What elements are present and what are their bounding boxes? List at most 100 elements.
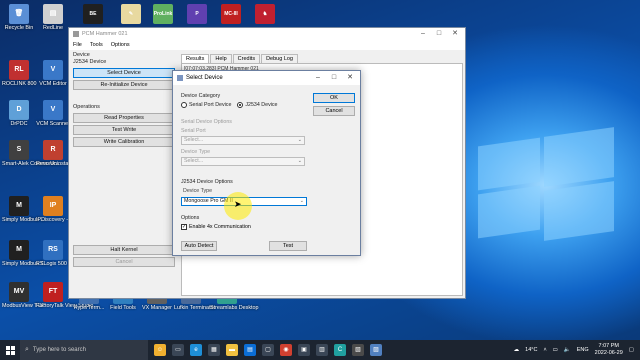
serial-port-select[interactable]: Select... ⌄	[181, 136, 305, 145]
menu-file[interactable]: File	[73, 42, 82, 48]
file-explorer-icon[interactable]: ▬	[226, 344, 238, 356]
desktop-icon[interactable]: ▤ RedLine	[36, 4, 70, 31]
menu-options[interactable]: Options	[111, 42, 130, 48]
app-icon: M	[9, 196, 29, 216]
language-indicator[interactable]: ENG	[577, 347, 589, 353]
device-value: J2534 Device	[73, 59, 107, 65]
device-category-group: Serial Port Device J2534 Device	[181, 102, 284, 108]
maximize-icon[interactable]: □	[431, 28, 447, 40]
desktop-icon-label: Simply Modbus ...	[2, 217, 45, 223]
desktop-icon[interactable]: R Revo Uninstall...	[36, 140, 75, 167]
reinitialize-device-button[interactable]: Re-Initialize Device	[73, 80, 175, 90]
test-write-button[interactable]: Test Write	[73, 125, 175, 135]
taskbar-search[interactable]: ⌕ Type here to search	[20, 340, 148, 360]
desktop-icon-label: DrPDC	[10, 121, 28, 127]
auto-detect-button[interactable]: Auto Detect	[181, 241, 217, 251]
chevron-down-icon: ⌄	[297, 158, 302, 164]
halt-kernel-button[interactable]: Halt Kernel	[73, 245, 175, 255]
taskbar-app-icon[interactable]: ▣	[298, 344, 310, 356]
desktop-icon[interactable]: ✎	[114, 4, 148, 25]
desktop-icon[interactable]: M Simply Modbus ...	[2, 196, 45, 223]
select-device-button[interactable]: Select Device	[73, 68, 175, 78]
menu-tools[interactable]: Tools	[90, 42, 103, 48]
tab-help[interactable]: Help	[210, 54, 232, 63]
taskbar-app-icon[interactable]: ☺	[154, 344, 166, 356]
device-type-value: Select...	[184, 158, 204, 164]
write-calibration-button[interactable]: Write Calibration	[73, 137, 175, 147]
task-view-icon[interactable]: ▭	[172, 344, 184, 356]
ok-button[interactable]: OK	[313, 93, 355, 103]
j2534-options-label: J2534 Device Options	[181, 179, 233, 185]
select-device-dialog: Select Device – □ ✕ Device Category Seri…	[172, 70, 361, 256]
j2534-radio[interactable]: J2534 Device	[237, 102, 278, 108]
store-icon[interactable]: ▤	[244, 344, 256, 356]
desktop-icon-label: VCM Editor	[39, 81, 67, 87]
app-icon: 🗑	[9, 4, 29, 24]
taskbar-app-icon[interactable]: ▧	[352, 344, 364, 356]
chrome-icon[interactable]: ◉	[280, 344, 292, 356]
dialog-close-icon[interactable]: ✕	[342, 71, 358, 85]
app-icon	[73, 31, 79, 37]
taskbar-app-icon[interactable]: C	[334, 344, 346, 356]
desktop-icon[interactable]: M Simply Modbus T...	[2, 240, 48, 267]
desktop-icon[interactable]: BE	[76, 4, 110, 25]
clock[interactable]: 7:07 PM 2022-06-29	[595, 343, 623, 357]
windows-start-icon	[5, 345, 15, 355]
enable-4x-checkbox[interactable]: ✓ Enable 4x Communication	[181, 224, 251, 230]
tab-credits[interactable]: Credits	[232, 54, 261, 63]
test-button[interactable]: Test	[269, 241, 307, 251]
search-placeholder: Type here to search	[32, 347, 86, 353]
app-icon: ▤	[43, 4, 63, 24]
weather-icon[interactable]: ☁	[514, 347, 520, 353]
tab-results[interactable]: Results	[181, 54, 210, 63]
desktop-icon-label: Smart-Alek Communic...	[2, 161, 61, 167]
desktop-icon[interactable]: P	[180, 4, 214, 25]
read-properties-button[interactable]: Read Properties	[73, 113, 175, 123]
dialog-cancel-button[interactable]: Cancel	[313, 106, 355, 116]
radio-selected-icon	[237, 102, 244, 108]
desktop-icon[interactable]: D DrPDC	[2, 100, 36, 127]
desktop-icon[interactable]: 🗑 Recycle Bin	[2, 4, 36, 31]
minimize-icon[interactable]: –	[415, 28, 431, 40]
desktop-icon-label: FactoryTalk View Studio	[36, 303, 94, 309]
desktop-icon[interactable]: ProLink	[146, 4, 180, 25]
notifications-icon[interactable]: ▢	[629, 347, 634, 353]
dialog-maximize-icon[interactable]: □	[326, 71, 342, 85]
desktop-icon[interactable]: ♞	[248, 4, 282, 25]
desktop-icon[interactable]: IP IPDiscovery - Shortcut	[36, 196, 90, 223]
tray-chevron-icon[interactable]: ˄	[543, 347, 546, 353]
desktop-icon[interactable]: RS RSLogix 500 English	[36, 240, 86, 267]
tab-debug-log[interactable]: Debug Log	[261, 54, 298, 63]
serial-port-radio[interactable]: Serial Port Device	[181, 102, 231, 108]
network-icon[interactable]: ▭	[553, 347, 558, 353]
cancel-operation-button[interactable]: Cancel	[73, 257, 175, 267]
clock-date: 2022-06-29	[594, 350, 623, 356]
tab-strip: Results Help Credits Debug Log	[181, 54, 299, 63]
taskbar-app-icon[interactable]: ▦	[208, 344, 220, 356]
desktop-icon[interactable]: V VCM Editor	[36, 60, 70, 87]
desktop-icon-label: ModbusView TCP	[2, 303, 45, 309]
device-type-label: Device Type	[181, 149, 211, 155]
desktop-icon-label: Simply Modbus T...	[2, 261, 48, 267]
desktop-icon-label: Streamlabs Desktop	[210, 305, 259, 311]
start-button[interactable]	[0, 340, 20, 360]
desktop-icon[interactable]: MC-III	[214, 4, 248, 25]
taskbar-app-icon[interactable]: ▥	[316, 344, 328, 356]
app-icon: MV	[9, 282, 29, 302]
desktop-icon-label: IPDiscovery - Shortcut	[36, 217, 90, 223]
windows-logo-wallpaper	[468, 127, 628, 241]
desktop-icon[interactable]: MV ModbusView TCP	[2, 282, 45, 309]
taskbar-app-icon[interactable]: ▨	[370, 344, 382, 356]
desktop-icon[interactable]: V VCM Scanner	[36, 100, 70, 127]
edge-icon[interactable]: e	[190, 344, 202, 356]
device-type-select[interactable]: Select... ⌄	[181, 157, 305, 166]
dialog-icon	[177, 75, 183, 81]
desktop-icon-label: Recycle Bin	[4, 25, 34, 31]
close-icon[interactable]: ✕	[447, 28, 463, 40]
volume-icon[interactable]: 🔈	[564, 347, 571, 353]
desktop-icon[interactable]: S Smart-Alek Communic...	[2, 140, 61, 167]
desktop-icon[interactable]: FT FactoryTalk View Studio	[36, 282, 94, 309]
dialog-minimize-icon[interactable]: –	[310, 71, 326, 85]
taskbar-app-icon[interactable]: ▢	[262, 344, 274, 356]
desktop-icon[interactable]: RL ROCLINK 800	[2, 60, 36, 87]
